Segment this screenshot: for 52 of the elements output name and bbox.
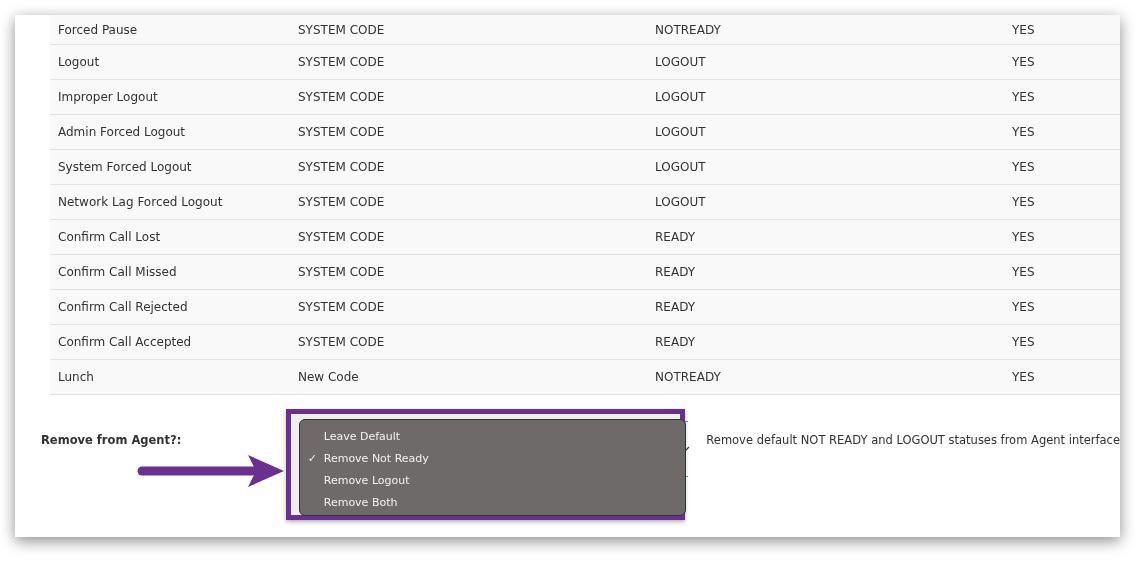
table-cell-text: YES (1011, 230, 1035, 244)
table-cell-text: Confirm Call Rejected (57, 300, 189, 314)
table-cell-text: SYSTEM CODE (297, 230, 386, 244)
table-cell-text: Logout (57, 55, 101, 69)
table-cell-text: SYSTEM CODE (297, 22, 386, 37)
table-cell-text: New Code (297, 370, 360, 384)
table-cell-text: YES (1011, 300, 1035, 314)
table-cell-text: Confirm Call Missed (57, 265, 178, 279)
table-cell-text: LOGOUT (654, 125, 707, 139)
table-cell-text: Improper Logout (57, 90, 159, 104)
table-cell-text: Forced Pause (57, 22, 139, 37)
table-cell-text: SYSTEM CODE (297, 160, 386, 174)
table-cell-text: Confirm Call Lost (57, 230, 162, 244)
arrow-icon (135, 453, 286, 489)
table-cell-text: READY (654, 300, 697, 314)
table-cell-text: READY (654, 230, 697, 244)
table-cell-text: READY (654, 265, 697, 279)
table-cell-text: SYSTEM CODE (297, 335, 386, 349)
table-cell-text: SYSTEM CODE (297, 90, 386, 104)
menu-option[interactable]: Remove Both (323, 496, 398, 509)
table-cell-text: SYSTEM CODE (297, 265, 386, 279)
table-cell-text: Confirm Call Accepted (57, 335, 193, 349)
table-cell-text: LOGOUT (654, 160, 707, 174)
table-cell-text: YES (1011, 125, 1035, 139)
table-cell-text: NOTREADY (654, 370, 722, 384)
table-cell-text: YES (1011, 55, 1035, 69)
menu-option[interactable]: Remove Not Ready (323, 452, 429, 465)
table-cell-text: Admin Forced Logout (57, 125, 187, 139)
table-cell-text: YES (1011, 160, 1035, 174)
setting-description: Remove default NOT READY and LOGOUT statuses from Agent interface (706, 433, 1120, 447)
table-cell-text: SYSTEM CODE (297, 125, 386, 139)
table-cell-text: LOGOUT (654, 195, 707, 209)
table-cell-text: SYSTEM CODE (297, 195, 386, 209)
setting-label: Remove from Agent?: (41, 433, 183, 447)
table-cell-text: YES (1011, 22, 1035, 37)
table-cell-text: Network Lag Forced Logout (57, 195, 224, 209)
check-mark: ✓ (307, 451, 318, 467)
table-cell-text: YES (1011, 90, 1035, 104)
table-cell-text: SYSTEM CODE (297, 55, 386, 69)
table-cell-text: YES (1011, 335, 1035, 349)
table-cell-text: YES (1011, 370, 1035, 384)
table-cell-text: LOGOUT (654, 55, 707, 69)
menu-option[interactable]: Remove Logout (323, 474, 410, 487)
table-cell-text: NOTREADY (654, 22, 722, 37)
table-cell-text: SYSTEM CODE (297, 300, 386, 314)
table-cell-text: Lunch (57, 370, 95, 384)
table-cell-text: System Forced Logout (57, 160, 193, 174)
table-cell-text: YES (1011, 265, 1035, 279)
table-cell-text: YES (1011, 195, 1035, 209)
menu-option[interactable]: Leave Default (323, 430, 401, 443)
table-cell-text: LOGOUT (654, 90, 707, 104)
table-cell-text: READY (654, 335, 697, 349)
